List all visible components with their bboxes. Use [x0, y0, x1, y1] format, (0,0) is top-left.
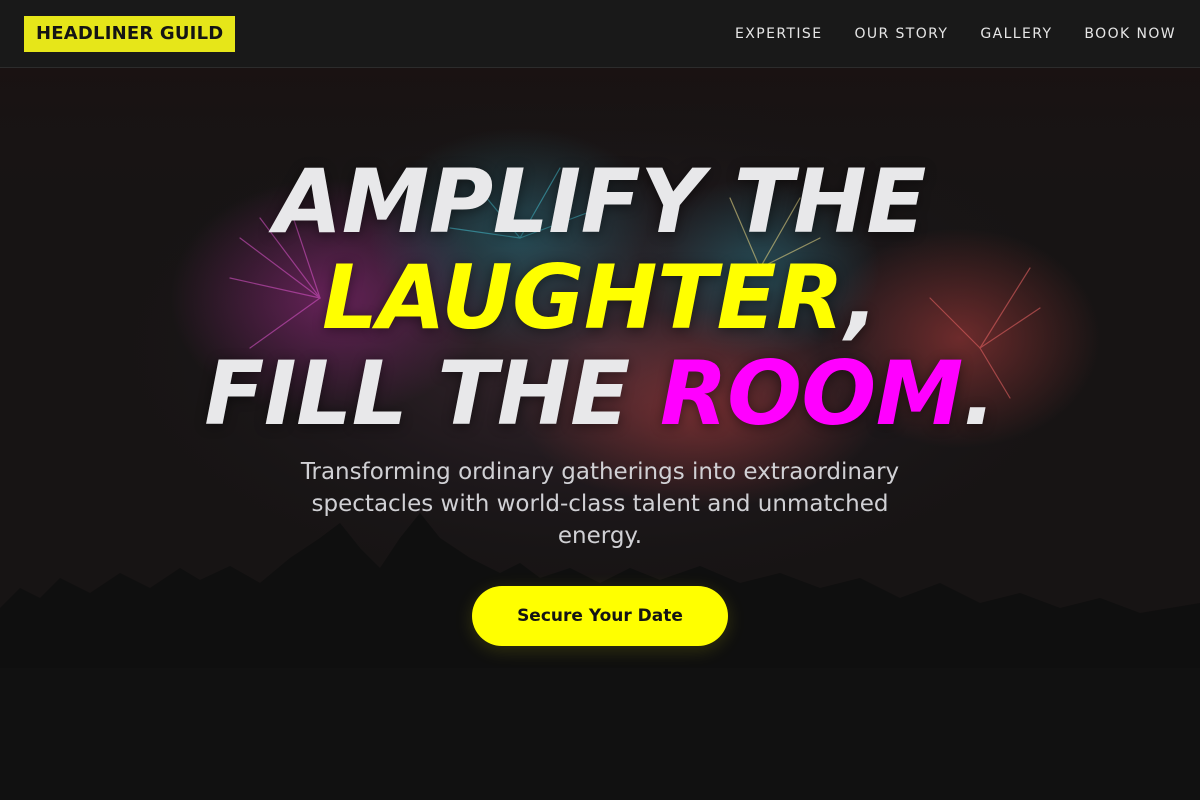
hero-content: AMPLIFY THE LAUGHTER, FILL THE ROOM. Tra…	[0, 68, 1200, 800]
headline-highlight-laughter: LAUGHTER	[321, 246, 846, 349]
nav-link-expertise[interactable]: EXPERTISE	[735, 26, 822, 42]
headline-line-3: FILL THE ROOM.	[0, 346, 1200, 442]
main-nav: EXPERTISE OUR STORY GALLERY BOOK NOW	[735, 0, 1176, 68]
top-navbar: HEADLINER GUILD EXPERTISE OUR STORY GALL…	[0, 0, 1200, 68]
nav-link-gallery[interactable]: GALLERY	[980, 26, 1052, 42]
headline-prefix: FILL THE	[204, 342, 660, 445]
hero-subtitle: Transforming ordinary gatherings into ex…	[300, 459, 900, 549]
brand-logo[interactable]: HEADLINER GUILD	[24, 16, 236, 52]
headline-comma: ,	[845, 246, 879, 349]
hero-headline: AMPLIFY THE LAUGHTER, FILL THE ROOM.	[0, 154, 1200, 442]
headline-highlight-room: ROOM	[659, 342, 963, 445]
hero-section: AMPLIFY THE LAUGHTER, FILL THE ROOM. Tra…	[0, 68, 1200, 800]
headline-line-1: AMPLIFY THE	[274, 150, 926, 253]
headline-period: .	[962, 342, 996, 445]
secure-date-button[interactable]: Secure Your Date	[472, 586, 728, 646]
headline-line-2: LAUGHTER,	[0, 250, 1200, 346]
nav-link-book-now[interactable]: BOOK NOW	[1084, 26, 1176, 42]
nav-link-our-story[interactable]: OUR STORY	[854, 26, 948, 42]
